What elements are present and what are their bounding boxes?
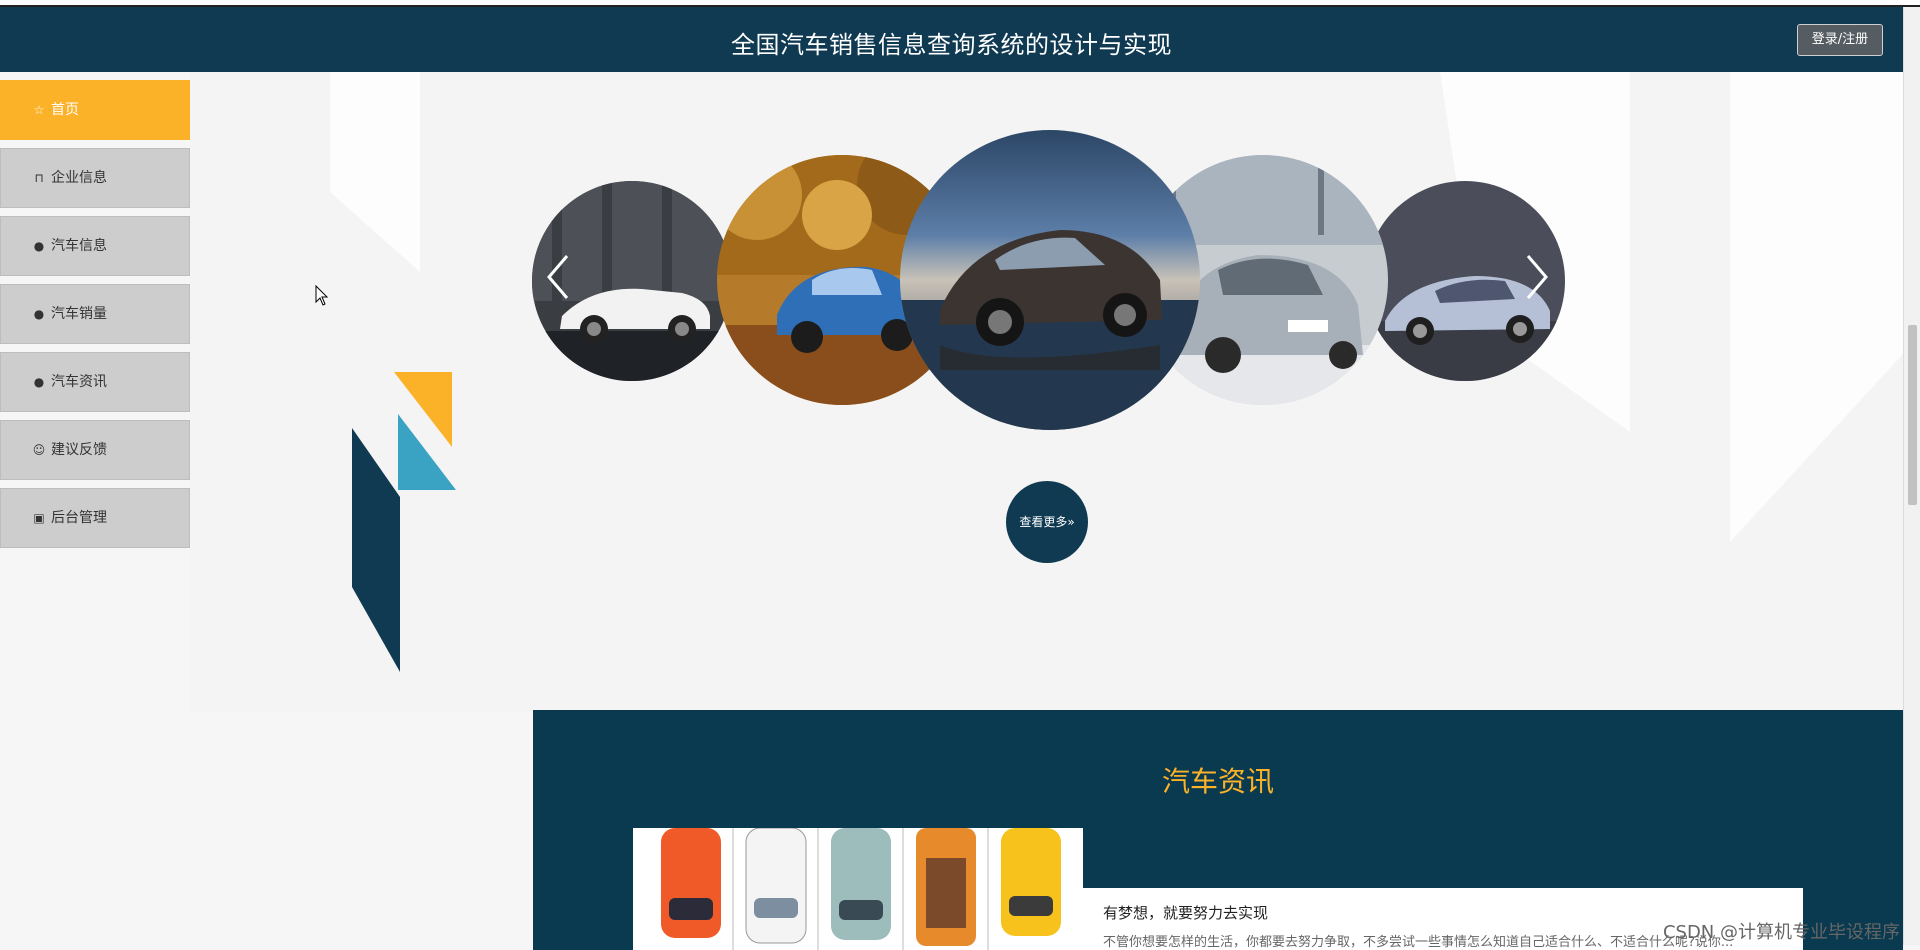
sidebar-item-label: 汽车资讯: [51, 374, 107, 390]
sidebar-item-car-sales[interactable]: ● 汽车销量: [0, 284, 190, 344]
scrollbar-thumb[interactable]: [1908, 325, 1917, 505]
bg-shape: [1730, 72, 1903, 542]
briefcase-icon: ▣: [33, 511, 45, 525]
news-item-image[interactable]: [633, 828, 1083, 950]
sidebar-nav: ☆ 首页 ⊓ 企业信息 ● 汽车信息 ● 汽车销量 ● 汽车资讯 ☺ 建议反馈 ▣ 后台管理: [0, 80, 190, 556]
carousel-prev-arrow-icon[interactable]: [543, 252, 573, 302]
bg-shape: [330, 72, 420, 272]
top-header: 全国汽车销售信息查询系统的设计与实现 登录/注册: [0, 7, 1903, 72]
page-scrollbar[interactable]: [1903, 7, 1920, 945]
carousel-next-arrow-icon[interactable]: [1522, 252, 1552, 302]
sidebar-item-car-news[interactable]: ● 汽车资讯: [0, 352, 190, 412]
carousel-slide-dark-sedan[interactable]: [900, 130, 1200, 430]
login-register-button[interactable]: 登录/注册: [1797, 24, 1883, 56]
sidebar-item-home[interactable]: ☆ 首页: [0, 80, 190, 140]
sidebar-item-label: 汽车销量: [51, 306, 107, 322]
sidebar-item-admin[interactable]: ▣ 后台管理: [0, 488, 190, 548]
smile-icon: ☺: [32, 443, 46, 457]
star-icon: ☆: [33, 103, 45, 117]
decorative-geometric-shapes: [352, 372, 456, 672]
parked-cars-illustration: [633, 828, 1083, 950]
car-news-section: 汽车资讯 有梦想，就要努力去实现 不管你想要怎样的生活，你都要去努力争取，不多尝…: [533, 710, 1903, 950]
window-top-edge: [0, 0, 1920, 7]
sidebar-item-car-info[interactable]: ● 汽车信息: [0, 216, 190, 276]
sidebar-item-label: 后台管理: [51, 510, 107, 526]
exclamation-circle-icon: ●: [33, 239, 45, 253]
view-more-button[interactable]: 查看更多»: [1006, 481, 1088, 563]
site-title: 全国汽车销售信息查询系统的设计与实现: [731, 31, 1172, 59]
news-section-title: 汽车资讯: [1161, 765, 1274, 798]
lock-icon: ⊓: [34, 171, 44, 185]
sidebar-item-label: 企业信息: [51, 170, 107, 186]
sidebar-item-label: 建议反馈: [51, 442, 107, 458]
sidebar-item-feedback[interactable]: ☺ 建议反馈: [0, 420, 190, 480]
mouse-cursor-icon: [315, 285, 329, 306]
sidebar-item-label: 首页: [51, 102, 79, 118]
info-circle-icon: ●: [33, 375, 45, 389]
sidebar-item-label: 汽车信息: [51, 238, 107, 254]
question-circle-icon: ●: [33, 307, 45, 321]
car-photo: [900, 130, 1200, 430]
watermark-text: CSDN @计算机专业毕设程序: [1662, 922, 1900, 943]
sidebar-item-company-info[interactable]: ⊓ 企业信息: [0, 148, 190, 208]
